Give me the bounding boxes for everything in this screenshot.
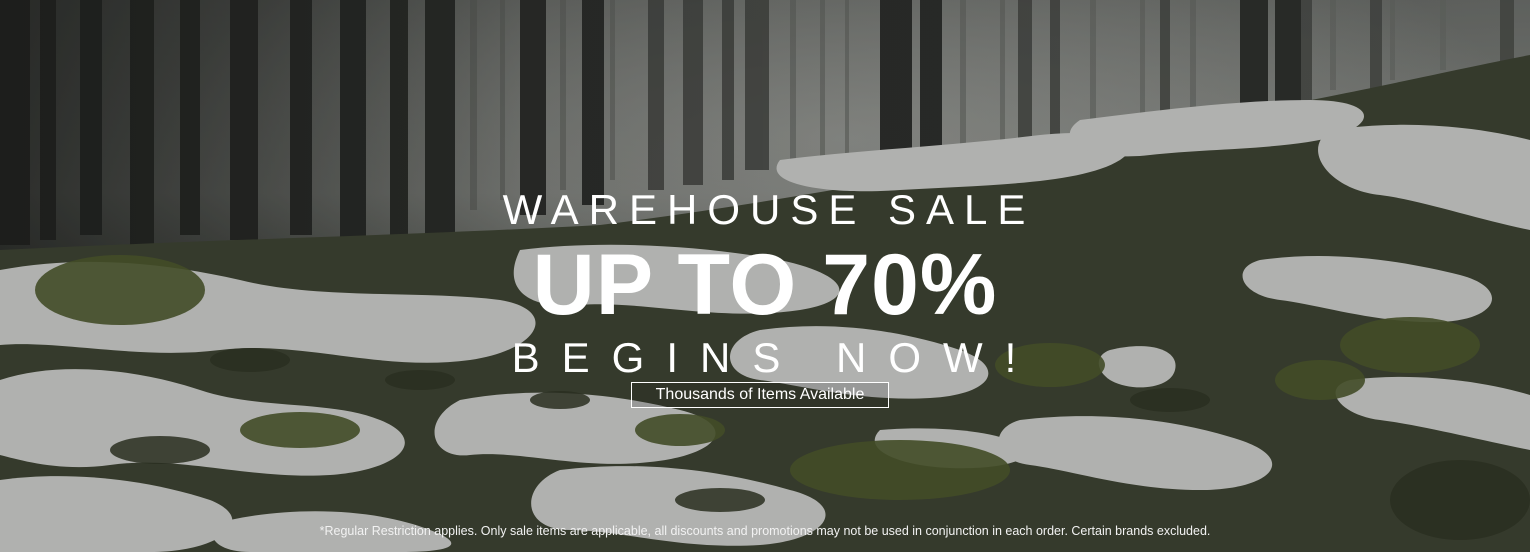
sale-headline: WAREHOUSE SALE UP TO 70% BEGINS NOW! [0, 186, 1530, 380]
headline-line-discount: UP TO 70% [532, 237, 998, 333]
headline-line-warehouse-sale: WAREHOUSE SALE [502, 186, 1036, 233]
sale-disclaimer: *Regular Restriction applies. Only sale … [319, 524, 1211, 538]
items-available-button[interactable]: Thousands of Items Available [631, 382, 889, 408]
headline-line-begins-now: BEGINS NOW! [511, 334, 1039, 381]
sale-banner[interactable]: WAREHOUSE SALE UP TO 70% BEGINS NOW! Tho… [0, 0, 1530, 552]
